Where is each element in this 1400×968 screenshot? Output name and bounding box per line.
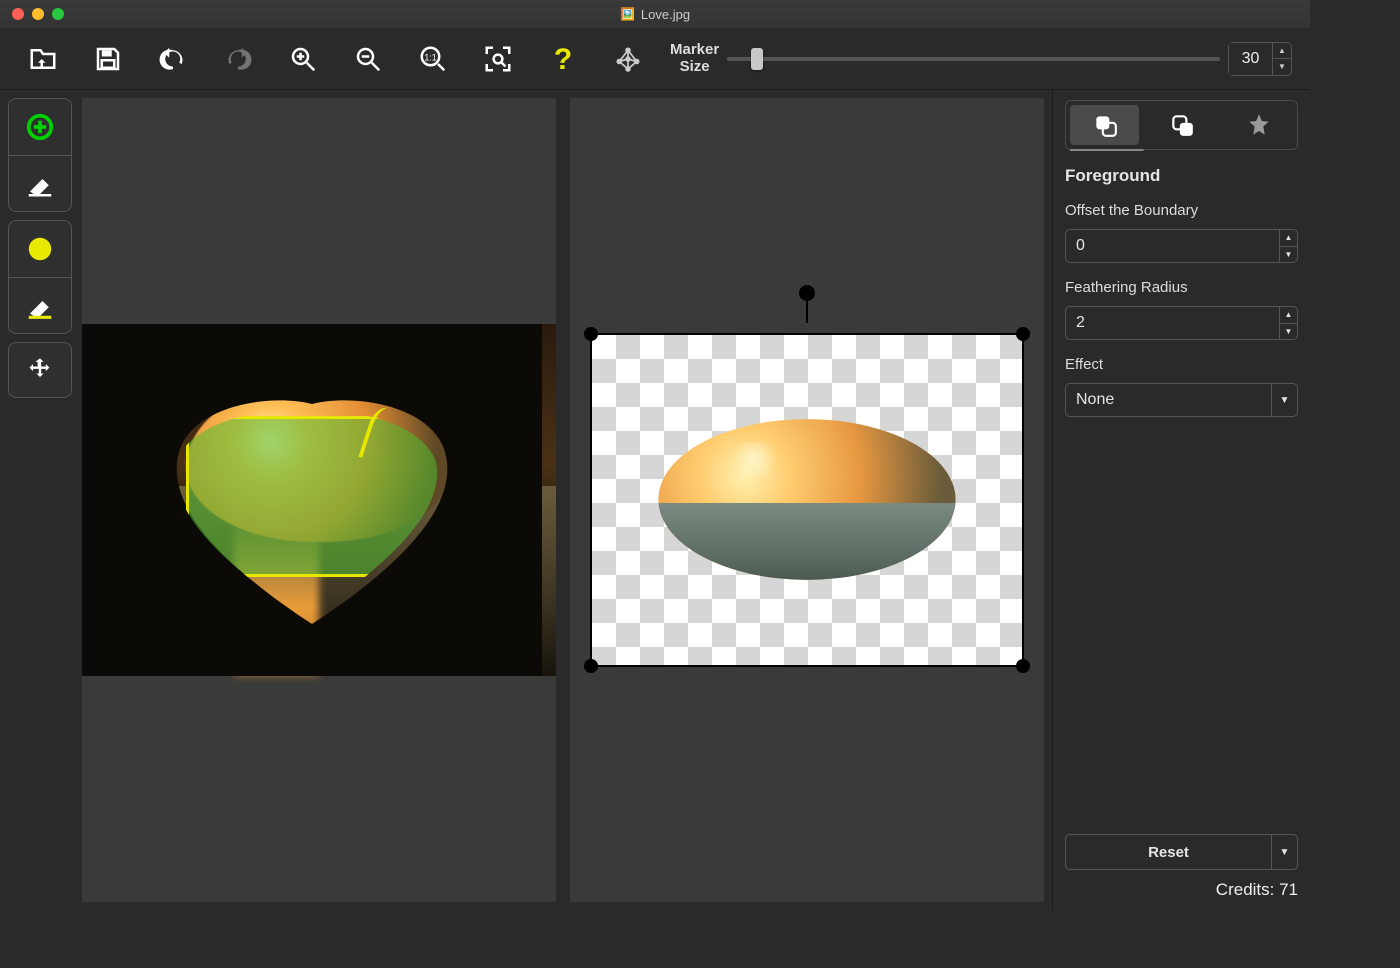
main-toolbar: 1:1 ? Marker Size 30 ▲ ▼ [0,28,1310,90]
open-icon [28,44,58,74]
save-icon [93,44,123,74]
traffic-lights [0,8,64,20]
reset-button[interactable]: Reset [1066,835,1271,869]
offset-up[interactable]: ▲ [1280,230,1297,247]
resize-handle-br[interactable] [1016,659,1030,673]
undo-button[interactable] [140,32,205,86]
add-marker-tool[interactable] [9,99,71,155]
tab-foreground[interactable] [1070,105,1139,145]
canvas-area [80,90,1052,910]
feather-up[interactable]: ▲ [1280,307,1297,324]
yellow-marker-icon [25,234,55,264]
maximize-window-button[interactable] [52,8,64,20]
offset-stepper[interactable]: 0 ▲ ▼ [1065,229,1298,263]
marker-size-slider[interactable] [723,57,1228,61]
content-area: Foreground Offset the Boundary 0 ▲ ▼ Fea… [0,90,1310,910]
eraser-yellow-icon [25,291,55,321]
foreground-tab-icon [1092,112,1118,138]
tool-sidebar [0,90,80,910]
zoom-out-button[interactable] [335,32,400,86]
preview-image [590,333,1024,667]
yellow-eraser-tool[interactable] [9,277,71,333]
effect-value: None [1066,384,1271,416]
save-button[interactable] [75,32,140,86]
zoom-fit-icon [483,44,513,74]
offset-label: Offset the Boundary [1065,202,1298,219]
open-button[interactable] [10,32,75,86]
ai-nodes-icon [613,44,643,74]
redo-button[interactable] [205,32,270,86]
move-tool[interactable] [8,342,72,398]
eraser-icon [25,169,55,199]
add-marker-icon [25,112,55,142]
background-tab-icon [1169,112,1195,138]
move-icon [26,356,54,384]
window-title: 🖼️ Love.jpg [620,7,690,22]
marker-size-value[interactable]: 30 [1229,43,1273,75]
effects-tab-icon [1246,112,1272,138]
source-canvas[interactable] [82,98,556,902]
section-title: Foreground [1065,166,1298,186]
reset-menu[interactable]: ▼ [1271,835,1297,869]
properties-panel: Foreground Offset the Boundary 0 ▲ ▼ Fea… [1052,90,1310,910]
ai-button[interactable] [595,32,660,86]
stepper-up[interactable]: ▲ [1273,43,1291,60]
zoom-actual-button[interactable]: 1:1 [400,32,465,86]
offset-value[interactable]: 0 [1066,230,1279,262]
minimize-window-button[interactable] [32,8,44,20]
resize-handle-bl[interactable] [584,659,598,673]
close-window-button[interactable] [12,8,24,20]
zoom-fit-button[interactable] [465,32,530,86]
credits-label: Credits: 71 [1065,880,1298,900]
tab-background[interactable] [1147,105,1216,145]
panel-tabs [1065,100,1298,150]
preview-canvas[interactable] [570,98,1044,902]
resize-handle-tl[interactable] [584,327,598,341]
stepper-arrows: ▲ ▼ [1273,43,1291,75]
zoom-in-icon [288,44,318,74]
feather-down[interactable]: ▼ [1280,324,1297,340]
resize-handle-tr[interactable] [1016,327,1030,341]
svg-text:1:1: 1:1 [424,52,436,62]
zoom-1to1-icon: 1:1 [418,44,448,74]
help-button[interactable]: ? [530,32,595,86]
titlebar: 🖼️ Love.jpg [0,0,1310,28]
file-icon: 🖼️ [620,7,635,21]
zoom-in-button[interactable] [270,32,335,86]
window-title-text: Love.jpg [641,7,690,22]
yellow-marker-tool[interactable] [9,221,71,277]
feather-stepper[interactable]: 2 ▲ ▼ [1065,306,1298,340]
eraser-tool[interactable] [9,155,71,211]
feather-label: Feathering Radius [1065,279,1298,296]
undo-icon [158,44,188,74]
selection-tools-group [8,220,72,334]
source-image [82,324,556,676]
offset-down[interactable]: ▼ [1280,247,1297,263]
svg-text:?: ? [553,44,571,74]
rotate-handle[interactable] [799,285,815,301]
cutout-result [652,408,962,599]
marker-tools-group [8,98,72,212]
preview-frame[interactable] [582,325,1032,675]
help-icon: ? [548,44,578,74]
stepper-down[interactable]: ▼ [1273,59,1291,75]
effect-select[interactable]: None ▼ [1065,383,1298,417]
tab-effects[interactable] [1224,105,1293,145]
reset-row: Reset ▼ [1065,834,1298,870]
marker-size-stepper[interactable]: 30 ▲ ▼ [1228,42,1292,76]
redo-icon [223,44,253,74]
chevron-down-icon: ▼ [1271,384,1297,416]
marker-size-label: Marker Size [670,42,719,75]
effect-label: Effect [1065,356,1298,373]
feather-value[interactable]: 2 [1066,307,1279,339]
zoom-out-icon [353,44,383,74]
